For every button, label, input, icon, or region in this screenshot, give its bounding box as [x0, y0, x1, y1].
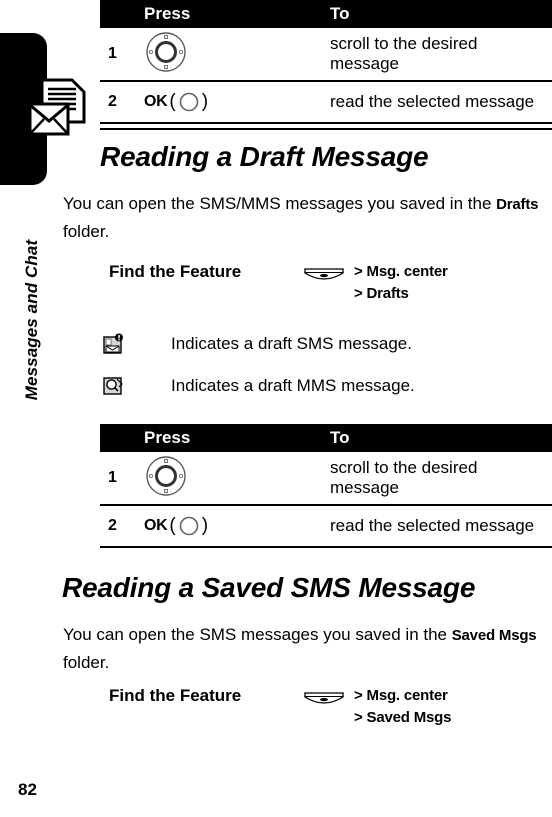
intro-text-before: You can open the SMS messages you saved … [63, 625, 452, 644]
table-header-row: Press To [100, 0, 552, 28]
path-separator: > [354, 687, 363, 704]
table-bottom-rule [100, 123, 552, 130]
header-to: To [321, 424, 552, 452]
step-description: read the selected message [321, 505, 552, 548]
ok-key-icon[interactable] [178, 92, 200, 112]
table-row: 1 scroll to the desired message [100, 452, 552, 506]
table-header-row: Press To [100, 424, 552, 452]
steps-table-top: Press To 1 scroll to the desired message [100, 0, 552, 130]
paren-close: ) [201, 515, 209, 536]
intro-text-before: You can open the SMS/MMS messages you sa… [63, 194, 497, 213]
step-key: OK() [131, 505, 321, 548]
path-line: > Msg. center [354, 685, 451, 707]
table-row: 2 OK() read the selected message [100, 505, 552, 548]
path-separator: > [354, 285, 363, 302]
header-to: To [321, 0, 552, 28]
header-number [100, 424, 131, 452]
path-line: > Saved Msgs [354, 707, 451, 729]
header-press: Press [131, 0, 321, 28]
step-key: OK() [131, 81, 321, 124]
intro-text-after: folder. [63, 222, 110, 241]
page-number: 82 [18, 780, 37, 799]
step-description: scroll to the desired message [321, 28, 552, 82]
section-heading-saved: Reading a Saved SMS Message [62, 572, 476, 603]
path-item: Saved Msgs [366, 709, 452, 726]
path-separator: > [354, 709, 363, 726]
path-item: Msg. center [366, 263, 448, 280]
menu-key-icon[interactable] [303, 267, 345, 285]
indicator-label: Indicates a draft SMS message. [171, 334, 412, 353]
find-the-feature-path: > Msg. center > Drafts [354, 261, 448, 305]
find-the-feature-path: > Msg. center > Saved Msgs [354, 685, 451, 729]
paren-close: ) [201, 91, 209, 112]
ok-key-icon[interactable] [178, 516, 200, 536]
find-the-feature-label: Find the Feature [109, 686, 242, 705]
path-item: Msg. center [366, 687, 448, 704]
header-number [100, 0, 131, 28]
step-key [131, 452, 321, 506]
intro-text-after: folder. [63, 653, 110, 672]
paren-open: ( [169, 515, 176, 536]
section-intro-draft: You can open the SMS/MMS messages you sa… [63, 190, 547, 245]
path-line: > Drafts [354, 283, 448, 305]
step-number: 2 [100, 505, 131, 548]
step-description: scroll to the desired message [321, 452, 552, 506]
navigation-wheel-icon[interactable] [144, 455, 188, 502]
find-the-feature-label: Find the Feature [109, 262, 242, 281]
intro-keyword: Drafts [496, 196, 539, 213]
ok-key-label: OK [144, 517, 168, 534]
ok-key-label: OK [144, 93, 168, 110]
steps-table-draft: Press To 1 scroll to the desired message [100, 424, 552, 548]
path-line: > Msg. center [354, 261, 448, 283]
header-press: Press [131, 424, 321, 452]
indicator-label: Indicates a draft MMS message. [171, 376, 415, 395]
navigation-wheel-icon[interactable] [144, 31, 188, 78]
draft-mms-icon [103, 375, 125, 397]
section-heading-draft: Reading a Draft Message [100, 141, 429, 172]
step-number: 1 [100, 452, 131, 506]
table-row: 2 OK() read the selected message [100, 81, 552, 124]
paren-open: ( [169, 91, 176, 112]
page-content: Press To 1 scroll to the desired message [0, 0, 552, 817]
step-description: read the selected message [321, 81, 552, 124]
table-row: 1 scroll to the desired message [100, 28, 552, 82]
section-intro-saved: You can open the SMS messages you saved … [63, 621, 547, 676]
step-number: 1 [100, 28, 131, 82]
step-number: 2 [100, 81, 131, 124]
path-separator: > [354, 263, 363, 280]
intro-keyword: Saved Msgs [451, 627, 537, 644]
draft-sms-icon [103, 333, 125, 355]
menu-key-icon[interactable] [303, 691, 345, 709]
step-key [131, 28, 321, 82]
path-item: Drafts [366, 285, 409, 302]
